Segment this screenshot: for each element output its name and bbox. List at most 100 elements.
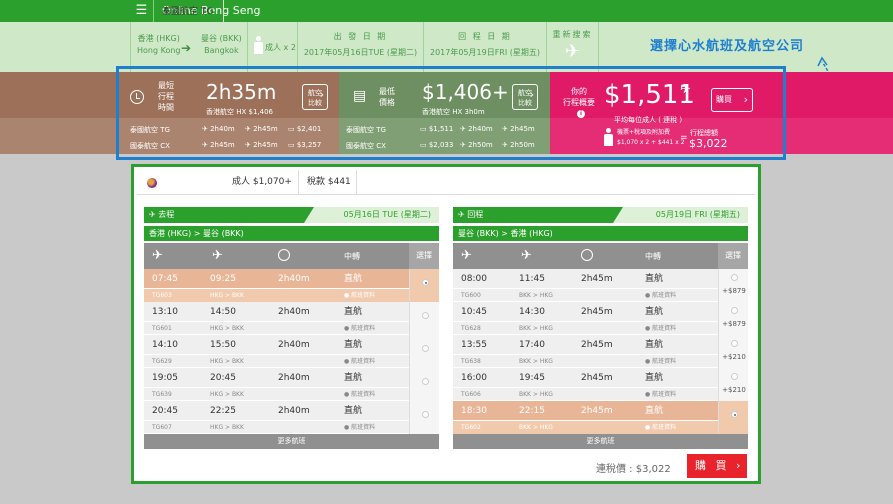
stops: 直航 [645,274,664,284]
return-date-field[interactable]: 回 程 日 期 2017年05月19日FRI (星期五) [424,22,547,72]
stops: 直航 [645,373,664,383]
flight-times: 10:45 14:30 2h45m 直航 [453,302,718,322]
flight-info-link[interactable]: ● 航班資料 [344,388,375,401]
select-radio[interactable] [731,373,738,380]
flight-info-link[interactable]: ● 航班資料 [645,355,676,368]
flight-row[interactable]: 16:00 19:45 2h45m 直航 TG606 BKK > HKG ● 航班資料 +$2… [453,368,748,401]
flight-code: TG639 [152,391,172,398]
landing-icon: ✈ [212,248,223,263]
flight-info-link[interactable]: ● 航班資料 [645,289,676,302]
flight-row[interactable]: 18:30 22:15 2h45m 直航 TG602 BKK > HKG ● 航班資料 [453,401,748,434]
flight-row[interactable]: 19:05 20:45 2h40m 直航 TG639 HKG > BKK ● 航班資料 [144,368,439,401]
flight-info-link[interactable]: ● 航班資料 [344,322,375,335]
segment: BKK > HKG [519,292,553,299]
flight-info-link[interactable]: ● 航班資料 [645,388,676,401]
segment: HKG > BKK [210,325,244,332]
more-flights-button[interactable]: 更多航班 [453,434,748,449]
flight-times: 20:45 22:25 2h40m 直航 [144,401,409,421]
select-cell[interactable] [409,302,439,335]
tab-tax[interactable]: 稅款 $441 [299,170,357,194]
flight-code: TG600 [461,292,481,299]
more-flights-button[interactable]: 更多航班 [144,434,439,449]
departure-time: 18:30 [461,406,487,416]
select-cell[interactable] [409,401,439,434]
select-header: 選擇 [409,243,439,269]
flight-code: TG629 [152,358,172,365]
flight-code: TG603 [152,292,172,299]
select-radio[interactable] [422,411,429,418]
research-button[interactable]: 重新搜索 ✈ [547,22,599,72]
segment: HKG > BKK [210,424,244,431]
select-cell[interactable]: +$210 [718,368,748,401]
passenger-selector[interactable]: 成人 x 2 [248,22,298,72]
select-cell[interactable] [718,401,748,434]
flight-info-link[interactable]: ● 航班資料 [645,322,676,335]
flight-row[interactable]: 07:45 09:25 2h40m 直航 TG603 HKG > BKK ● 航班資料 [144,269,439,302]
plane-icon: ✈ [564,41,581,62]
select-cell[interactable] [409,269,439,302]
flight-row[interactable]: 13:55 17:40 2h45m 直航 TG638 BKK > HKG ● 航班資料 +$2… [453,335,748,368]
arrival-time: 09:25 [210,274,236,284]
stops: 直航 [344,274,363,284]
departure-time: 16:00 [461,373,487,383]
select-radio[interactable] [731,340,738,347]
flight-row[interactable]: 10:45 14:30 2h45m 直航 TG628 BKK > HKG ● 航班資料 +$8… [453,302,748,335]
select-cell[interactable] [409,335,439,368]
annotation-text: 選擇心水航班及航空公司 [650,39,805,54]
departure-time: 10:45 [461,307,487,317]
tab-airline[interactable]: 泰國航空 TG [162,0,224,24]
price-difference: +$879 [722,287,746,295]
flight-info-link[interactable]: ● 航班資料 [344,289,375,302]
duration: 2h40m [278,274,310,284]
tab-adult-price[interactable]: 成人 $1,070+ [224,170,299,194]
flight-row[interactable]: 14:10 15:50 2h40m 直航 TG629 HKG > BKK ● 航班資料 [144,335,439,368]
arrival-time: 14:50 [210,307,236,317]
duration: 2h45m [581,274,613,284]
flight-meta: TG638 BKK > HKG ● 航班資料 [453,355,718,368]
flight-times: 16:00 19:45 2h45m 直航 [453,368,718,388]
flight-code: TG638 [461,358,481,365]
departure-time: 08:00 [461,274,487,284]
flight-code: TG628 [461,325,481,332]
arrival-time: 14:30 [519,307,545,317]
flight-row[interactable]: 08:00 11:45 2h45m 直航 TG600 BKK > HKG ● 航班資料 +$8… [453,269,748,302]
route-selector[interactable]: 香港 (HKG) Hong Kong ➔ 曼谷 (BKK) Bangkok [130,22,248,72]
segment: HKG > BKK [210,358,244,365]
flight-meta: TG602 BKK > HKG ● 航班資料 [453,421,718,434]
menu-icon[interactable]: ☰ [130,0,154,22]
select-cell[interactable]: +$210 [718,335,748,368]
flight-meta: TG600 BKK > HKG ● 航班資料 [453,289,718,302]
person-icon [254,36,263,54]
flight-code: TG606 [461,391,481,398]
select-radio[interactable] [731,411,738,418]
duration: 2h45m [581,373,613,383]
flight-row[interactable]: 20:45 22:25 2h40m 直航 TG607 HKG > BKK ● 航班資料 [144,401,439,434]
outbound-route: 香港 (HKG) > 曼谷 (BKK) [144,226,439,241]
flight-info-link[interactable]: ● 航班資料 [645,421,676,434]
select-radio[interactable] [422,378,429,385]
select-cell[interactable] [409,368,439,401]
select-radio[interactable] [422,345,429,352]
select-radio[interactable] [731,307,738,314]
select-radio[interactable] [731,274,738,281]
duration: 2h45m [581,307,613,317]
segment: HKG > BKK [210,292,244,299]
departure-time: 19:05 [152,373,178,383]
flight-code: TG602 [461,424,481,431]
flight-info-link[interactable]: ● 航班資料 [344,421,375,434]
transfer-header: 中轉 [344,252,360,261]
flight-meta: TG639 HKG > BKK ● 航班資料 [144,388,409,401]
departure-time: 13:55 [461,340,487,350]
duration: 2h40m [278,373,310,383]
select-cell[interactable]: +$879 [718,302,748,335]
clock-icon [278,249,290,261]
select-radio[interactable] [422,312,429,319]
outbound-date: 05月16日 TUE (星期二) [304,207,439,223]
flight-meta: TG607 HKG > BKK ● 航班資料 [144,421,409,434]
flight-row[interactable]: 13:10 14:50 2h40m 直航 TG601 HKG > BKK ● 航班資料 [144,302,439,335]
buy-button[interactable]: 購 買 › [687,454,747,478]
depart-date-field[interactable]: 出 發 日 期 2017年05月16日TUE (星期二) [298,22,424,72]
flight-info-link[interactable]: ● 航班資料 [344,355,375,368]
select-radio[interactable] [422,279,429,286]
select-cell[interactable]: +$879 [718,269,748,302]
